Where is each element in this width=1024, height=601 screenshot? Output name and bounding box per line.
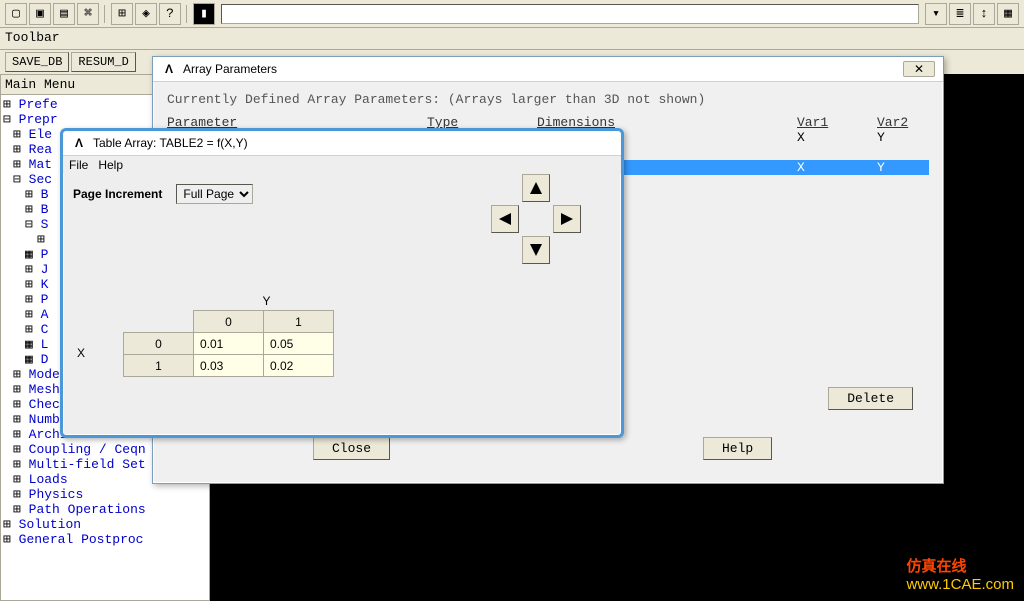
tree-item[interactable]: ⊞ Solution: [3, 517, 207, 532]
toolbar-icon-7[interactable]: ?: [159, 3, 181, 25]
table-cell[interactable]: 0.02: [264, 355, 334, 377]
watermark-cn: 仿真在线: [906, 558, 966, 575]
menu-file[interactable]: File: [69, 158, 88, 172]
toolbar-icon-9[interactable]: ↕: [973, 3, 995, 25]
save-db-button[interactable]: SAVE_DB: [5, 52, 69, 72]
help-button[interactable]: Help: [703, 437, 772, 460]
close-button[interactable]: ✕: [903, 61, 935, 77]
navigation-pad: [491, 174, 581, 264]
page-increment-select[interactable]: Full Page: [176, 184, 253, 204]
tree-item[interactable]: ⊞ Physics: [3, 487, 207, 502]
menubar: File Help: [63, 156, 621, 174]
col-var1: Var1: [797, 115, 877, 130]
toolbar-icon-10[interactable]: ▦: [997, 3, 1019, 25]
watermark: 仿真在线 www.1CAE.com: [906, 555, 1014, 593]
toolbar-icon-2[interactable]: ▣: [29, 3, 51, 25]
toolbar-dropdown-icon[interactable]: ▾: [925, 3, 947, 25]
dialog-caption: Currently Defined Array Parameters: (Arr…: [167, 92, 929, 107]
toolbar-label: Toolbar: [5, 30, 60, 45]
resum-d-button[interactable]: RESUM_D: [71, 52, 135, 72]
row-header[interactable]: 1: [124, 355, 194, 377]
blank-cell: [124, 311, 194, 333]
dialog-titlebar[interactable]: Λ Table Array: TABLE2 = f(X,Y): [63, 131, 621, 156]
col-header[interactable]: 0: [194, 311, 264, 333]
tree-item[interactable]: ⊞ General Postproc: [3, 532, 207, 547]
data-table: Y X 0 1 0 0.01 0.05 1 0.03 0.02: [123, 294, 334, 377]
app-icon: Λ: [161, 61, 177, 77]
table-array-dialog: Λ Table Array: TABLE2 = f(X,Y) File Help…: [60, 128, 624, 438]
delete-button[interactable]: Delete: [828, 387, 913, 410]
col-var2: Var2: [877, 115, 937, 130]
toolbar-icon-6[interactable]: ◈: [135, 3, 157, 25]
watermark-url: www.1CAE.com: [906, 576, 1014, 593]
toolbar-icon-console[interactable]: ▮: [193, 3, 215, 25]
table-cell[interactable]: 0.05: [264, 333, 334, 355]
dialog-title: Array Parameters: [183, 62, 277, 76]
toolbar-divider: [104, 5, 106, 23]
toolbar-icon-5[interactable]: ⊞: [111, 3, 133, 25]
toolbar-icon-3[interactable]: ▤: [53, 3, 75, 25]
row-header[interactable]: 0: [124, 333, 194, 355]
toolbar-label-row: Toolbar: [0, 28, 1024, 50]
app-icon: Λ: [71, 135, 87, 151]
arrow-up-button[interactable]: [522, 174, 550, 202]
dialog-title: Table Array: TABLE2 = f(X,Y): [93, 136, 248, 150]
menu-help[interactable]: Help: [98, 158, 123, 172]
tree-item[interactable]: ⊞ Path Operations: [3, 502, 207, 517]
arrow-right-button[interactable]: [553, 205, 581, 233]
toolbar-divider-2: [186, 5, 188, 23]
toolbar-icon-8[interactable]: ≣: [949, 3, 971, 25]
table-cell[interactable]: 0.03: [194, 355, 264, 377]
close-dialog-button[interactable]: Close: [313, 437, 390, 460]
dialog-titlebar[interactable]: Λ Array Parameters ✕: [153, 57, 943, 82]
top-toolbar: ▢ ▣ ▤ ⌘ ⊞ ◈ ? ▮ ▾ ≣ ↕ ▦: [0, 0, 1024, 28]
toolbar-icon-1[interactable]: ▢: [5, 3, 27, 25]
command-input[interactable]: [221, 4, 919, 24]
table-cell[interactable]: 0.01: [194, 333, 264, 355]
toolbar-icon-4[interactable]: ⌘: [77, 3, 99, 25]
y-axis-label: Y: [199, 294, 334, 308]
arrow-down-button[interactable]: [522, 236, 550, 264]
col-header[interactable]: 1: [264, 311, 334, 333]
page-increment-label: Page Increment: [73, 187, 162, 201]
arrow-left-button[interactable]: [491, 205, 519, 233]
x-axis-label: X: [77, 346, 85, 360]
